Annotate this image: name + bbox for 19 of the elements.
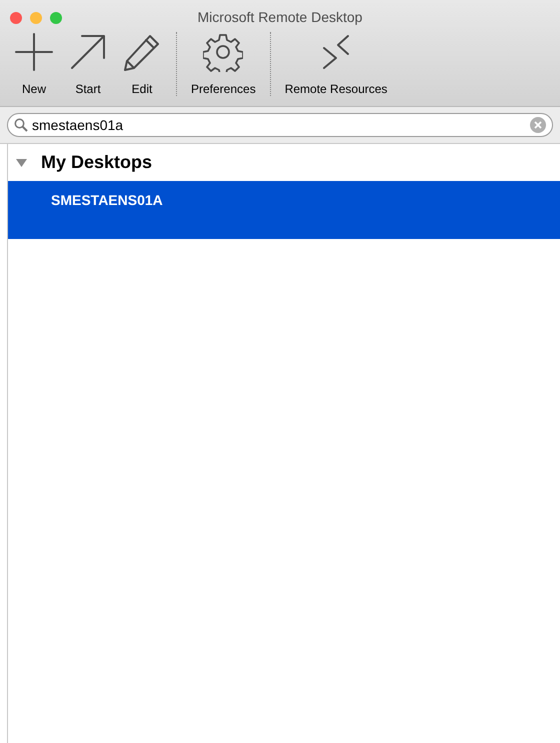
search-box[interactable]: smestaens01a — [7, 113, 553, 137]
window-title: Microsoft Remote Desktop — [198, 8, 362, 27]
clear-icon[interactable] — [530, 117, 546, 133]
toolbar-button[interactable]: Remote Resources — [280, 32, 392, 98]
group-header: My Desktops — [41, 151, 152, 174]
toolbar-button[interactable]: New — [10, 32, 58, 98]
plus-icon — [14, 32, 54, 72]
search-icon — [14, 118, 28, 132]
desktop-item[interactable]: SMESTAENS01A — [8, 181, 560, 239]
toolbar-button[interactable]: Start — [64, 32, 112, 98]
zoom-button[interactable] — [50, 12, 62, 24]
arrow-icon — [68, 32, 108, 72]
minimize-button[interactable] — [30, 12, 42, 24]
close-button[interactable] — [10, 12, 22, 24]
toolbar-button[interactable]: Edit — [118, 32, 166, 98]
disclosure-triangle-icon[interactable] — [16, 157, 27, 168]
gear-icon — [203, 32, 244, 72]
toolbar-button[interactable]: Preferences — [187, 32, 260, 98]
pencil-icon — [122, 32, 162, 72]
